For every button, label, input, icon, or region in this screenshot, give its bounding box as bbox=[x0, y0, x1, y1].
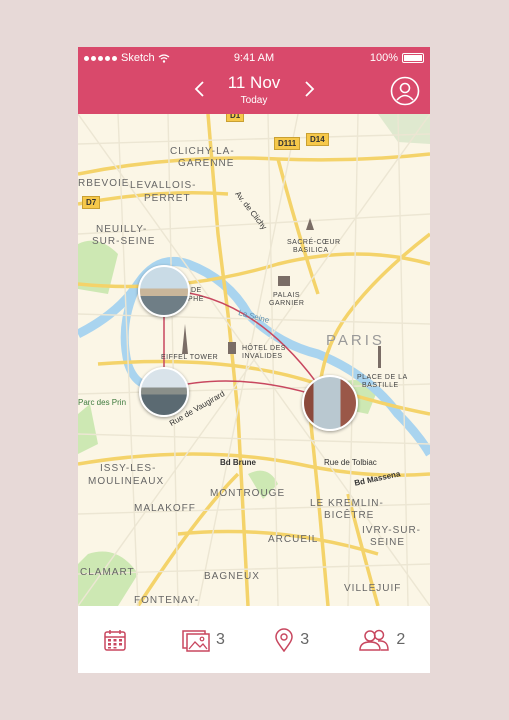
city-label-paris: Paris bbox=[326, 332, 385, 349]
street-label: Bd Brune bbox=[220, 458, 256, 467]
road-badge-d14: D14 bbox=[306, 133, 329, 146]
tab-people[interactable]: 2 bbox=[358, 628, 405, 652]
tab-calendar[interactable] bbox=[103, 628, 133, 652]
landmark-label: Invalides bbox=[242, 353, 283, 360]
photo-pin[interactable] bbox=[139, 367, 189, 417]
district-label: Bagneux bbox=[204, 571, 260, 582]
road-badge-d7: D7 bbox=[82, 196, 101, 209]
status-bar: Sketch 9:41 AM 100% bbox=[78, 47, 430, 67]
district-label: rbevoie bbox=[78, 178, 130, 189]
date-title: 11 Nov bbox=[227, 73, 281, 92]
battery-indicator: 100% bbox=[370, 52, 424, 64]
landmark-label: Garnier bbox=[269, 300, 305, 307]
location-pin-icon bbox=[275, 627, 293, 652]
district-label: Bicêtre bbox=[324, 510, 375, 521]
landmark-label: Eiffel Tower bbox=[161, 354, 219, 361]
district-label: Seine bbox=[370, 537, 406, 548]
phone-screen: Sketch 9:41 AM 100% 11 Nov Today D111 D1… bbox=[78, 47, 430, 673]
profile-icon[interactable] bbox=[390, 76, 420, 106]
calendar-icon bbox=[103, 629, 126, 651]
tab-people-count: 2 bbox=[396, 630, 406, 648]
district-label: Ivry-sur- bbox=[362, 525, 422, 536]
tab-places[interactable]: 3 bbox=[274, 627, 310, 652]
tab-photos[interactable]: 3 bbox=[182, 628, 225, 652]
district-label: Clichy-la- bbox=[170, 146, 235, 157]
photo-gallery-icon bbox=[182, 629, 210, 652]
date-subtitle: Today bbox=[240, 95, 268, 106]
district-label: Levallois- bbox=[130, 180, 197, 191]
district-label: Malakoff bbox=[134, 503, 196, 514]
header-bar: 11 Nov Today bbox=[78, 67, 430, 114]
battery-percent: 100% bbox=[369, 52, 398, 64]
district-label: Clamart bbox=[80, 567, 135, 578]
district-label: Neuilly- bbox=[96, 224, 148, 235]
next-day-button[interactable] bbox=[299, 79, 319, 99]
road-badge-d1: D1 bbox=[226, 114, 245, 122]
district-label: Montrouge bbox=[210, 488, 286, 499]
map-view[interactable]: D111 D14 D7 D1 Clichy-la- Garenne Levall… bbox=[78, 114, 430, 606]
photo-pin[interactable] bbox=[302, 375, 358, 431]
park-label: Parc des Prin bbox=[78, 398, 127, 407]
landmark-label: Basilica bbox=[293, 247, 329, 254]
landmark-label: Bastille bbox=[362, 382, 399, 389]
battery-icon bbox=[402, 53, 424, 63]
district-label: Arcueil bbox=[268, 534, 319, 545]
district-label: Fontenay- bbox=[134, 595, 200, 606]
district-label: Moulineaux bbox=[88, 476, 165, 487]
road-badge-d111: D111 bbox=[274, 137, 301, 150]
district-label: Villejuif bbox=[344, 583, 402, 594]
landmark-label: phe bbox=[188, 296, 204, 303]
district-label: Garenne bbox=[178, 158, 235, 169]
street-label: Rue de Tolbiac bbox=[324, 458, 377, 467]
district-label: Le Kremlin- bbox=[310, 498, 384, 509]
tab-places-count: 3 bbox=[300, 630, 310, 648]
district-label: Perret bbox=[144, 193, 191, 204]
district-label: sur-Seine bbox=[92, 236, 156, 247]
people-icon bbox=[359, 629, 390, 651]
tab-photos-count: 3 bbox=[215, 630, 225, 648]
district-label: Issy-les- bbox=[100, 463, 157, 474]
photo-pin[interactable] bbox=[138, 265, 190, 317]
tab-bar: 3 3 2 bbox=[78, 606, 430, 673]
